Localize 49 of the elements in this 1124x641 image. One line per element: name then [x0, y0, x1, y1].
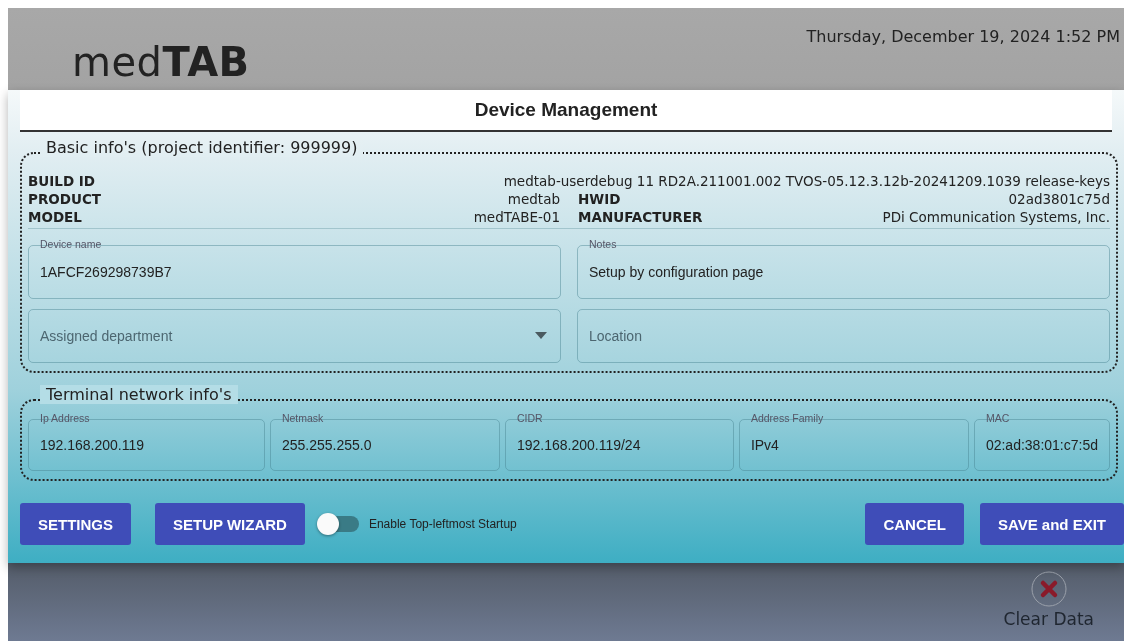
dialog-button[interactable]: SETUP WIZARD	[155, 503, 305, 545]
info-value: medtab-userdebug 11 RD2A.211001.002 TVOS-05.12.3.12b-20241209.1039 release-keys	[503, 172, 1110, 190]
group-legend: Basic info's (project identifier: 999999)	[40, 138, 364, 157]
input-field[interactable]: Location	[577, 301, 1110, 363]
info-label: BUILD ID	[28, 172, 95, 190]
input-field[interactable]: Ip Address 192.168.200.119	[28, 411, 265, 471]
info-label: MANUFACTURER	[578, 208, 703, 226]
input-field[interactable]: Netmask 255.255.255.0	[269, 411, 500, 471]
info-value: medtab	[507, 190, 560, 208]
info-label: MODEL	[28, 208, 82, 226]
field-value: 02:ad:38:01:c7:5d	[985, 437, 1098, 453]
field-label: Notes	[588, 237, 618, 251]
input-field[interactable]: MAC 02:ad:38:01:c7:5d	[973, 411, 1110, 471]
startup-toggle[interactable]	[320, 516, 359, 532]
field-label: Address Family	[749, 411, 825, 425]
date-time: Thursday, December 19, 2024 1:52 PM	[806, 27, 1120, 48]
field-label: Ip Address	[39, 411, 91, 425]
field-value: 255.255.255.0	[281, 437, 372, 453]
input-field[interactable]: Address Family IPv4	[738, 411, 969, 471]
dialog-button[interactable]: SETTINGS	[20, 503, 131, 545]
info-value: 02ad3801c75d	[1008, 190, 1110, 208]
dialog-button[interactable]: CANCEL	[865, 503, 964, 545]
medtab-logo: medTAB	[72, 38, 250, 86]
field-value: 1AFCF269298739B7	[40, 264, 172, 280]
info-value: PDi Communication Systems, Inc.	[882, 208, 1110, 226]
info-label: PRODUCT	[28, 190, 102, 208]
field-value: 192.168.200.119	[40, 437, 145, 453]
info-value: medTABE-01	[473, 208, 560, 226]
clear-icon[interactable]	[1030, 571, 1067, 607]
info-label: HWID	[578, 190, 621, 208]
input-field[interactable]: Notes Setup by configuration page	[577, 237, 1110, 299]
field-value: 192.168.200.119/24	[516, 437, 641, 453]
field-placeholder: Assigned department	[40, 328, 173, 344]
input-field[interactable]: CIDR 192.168.200.119/24	[504, 411, 734, 471]
department-dropdown[interactable]: Assigned department	[28, 301, 561, 363]
field-value: IPv4	[750, 437, 779, 453]
dropdown-caret-icon	[535, 332, 547, 339]
field-label: CIDR	[515, 411, 544, 425]
group-legend: Terminal network info's	[40, 385, 238, 404]
field-value: Setup by configuration page	[589, 264, 764, 280]
field-label: Device name	[39, 237, 103, 251]
clear-data-label: Clear Data	[1003, 609, 1094, 629]
field-placeholder: Location	[589, 328, 642, 344]
dialog-button[interactable]: SAVE and EXIT	[979, 503, 1124, 545]
field-label: Netmask	[280, 411, 325, 425]
dialog-title: Device Management	[20, 90, 1112, 132]
input-field[interactable]: Device name 1AFCF269298739B7	[28, 237, 561, 299]
toggle-label: Enable Top-leftmost Startup	[368, 517, 517, 531]
field-label: MAC	[984, 411, 1011, 425]
